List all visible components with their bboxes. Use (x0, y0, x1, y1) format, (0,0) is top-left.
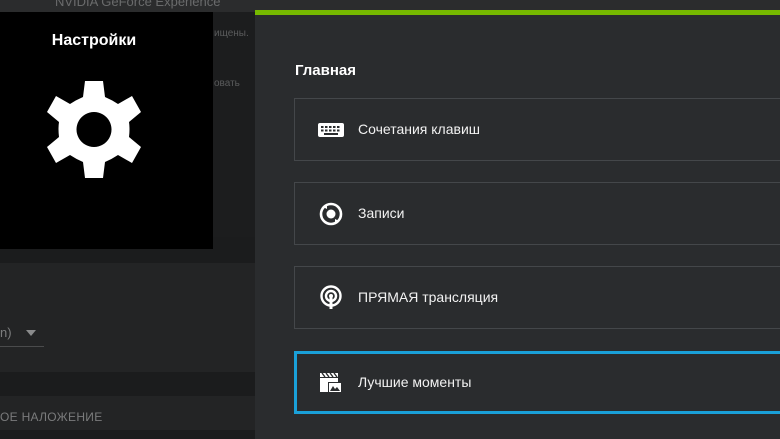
background-text-fragment: овать (214, 78, 240, 89)
menu-item-broadcast[interactable]: ПРЯМАЯ трансляция (294, 266, 780, 329)
record-icon (319, 202, 343, 226)
menu-item-recordings[interactable]: Записи (294, 182, 780, 245)
menu-item-highlights[interactable]: Лучшие моменты (294, 351, 780, 414)
settings-tile[interactable]: Настройки (0, 12, 213, 249)
menu-item-keyboard-shortcuts[interactable]: Сочетания клавиш (294, 98, 780, 161)
menu-item-label: Записи (358, 205, 405, 221)
chevron-down-icon (26, 330, 36, 336)
background-separator (0, 372, 255, 396)
section-title: Главная (295, 62, 357, 79)
background-section-label: ОЕ НАЛОЖЕНИЕ (0, 410, 103, 424)
keyboard-icon (318, 123, 344, 137)
background-dropdown[interactable]: n) (0, 318, 44, 347)
settings-tile-title: Настройки (51, 32, 137, 49)
accent-bar (255, 10, 780, 15)
background-window-title: NVIDIA GeForce Experience (55, 0, 221, 9)
background-text-fragment: ищены. (214, 28, 249, 39)
highlights-icon (320, 372, 342, 393)
menu-item-label: Сочетания клавиш (358, 121, 480, 137)
settings-panel: Главная Сочетания клавиш Записи ПРЯМАЯ т… (255, 10, 780, 439)
menu-item-label: Лучшие моменты (358, 374, 472, 390)
background-separator (0, 430, 255, 439)
background-dropdown-value: n) (0, 325, 12, 340)
gear-icon (47, 81, 141, 178)
menu-item-label: ПРЯМАЯ трансляция (358, 289, 499, 305)
broadcast-icon (320, 285, 342, 309)
